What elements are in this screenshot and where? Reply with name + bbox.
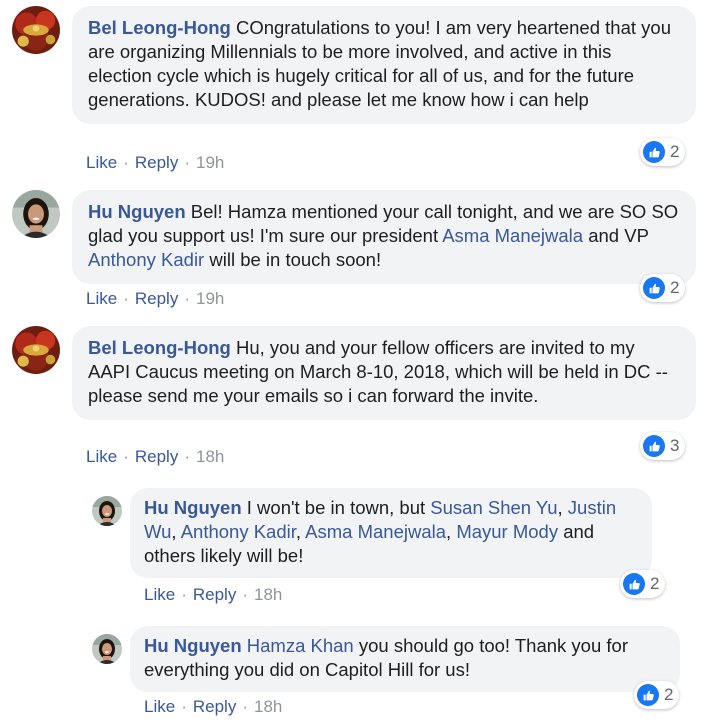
separator-dot: ·	[123, 289, 129, 308]
comment-author-link[interactable]: Bel Leong-Hong	[88, 17, 231, 38]
avatar[interactable]	[12, 6, 60, 54]
reaction-count: 2	[664, 685, 674, 704]
like-link[interactable]: Like	[144, 585, 175, 604]
reaction-count-badge[interactable]: 2	[634, 681, 680, 709]
comment-actions: Like · Reply · 18h	[144, 585, 282, 605]
comment-bubble: Bel Leong-Hong Hu, you and your fellow o…	[72, 326, 696, 420]
comment-actions: Like · Reply · 19h	[86, 153, 224, 173]
avatar-image	[12, 326, 60, 374]
reaction-count-badge[interactable]: 3	[640, 432, 686, 460]
comment-text: I won't be in town, but	[241, 497, 431, 518]
reaction-count: 3	[670, 436, 680, 455]
separator-dot: ·	[184, 447, 190, 466]
avatar-image	[12, 190, 60, 238]
avatar[interactable]	[92, 496, 122, 526]
tagged-name-link[interactable]: Anthony Kadir	[181, 521, 296, 542]
comment-text: will be in touch soon!	[204, 249, 382, 270]
timestamp-link[interactable]: 18h	[254, 697, 282, 716]
tagged-name-link[interactable]: Anthony Kadir	[88, 249, 204, 270]
timestamp-link[interactable]: 19h	[196, 153, 224, 172]
comment-author-link[interactable]: Hu Nguyen	[88, 201, 186, 222]
avatar[interactable]	[92, 634, 122, 664]
separator-dot: ·	[184, 153, 190, 172]
avatar-image	[92, 634, 122, 664]
timestamp-link[interactable]: 18h	[254, 585, 282, 604]
separator-dot: ·	[123, 447, 129, 466]
comment-author-link[interactable]: Hu Nguyen	[144, 635, 242, 656]
avatar[interactable]	[12, 326, 60, 374]
avatar[interactable]	[12, 190, 60, 238]
reply-bubble: Hu Nguyen I won't be in town, but Susan …	[130, 488, 652, 578]
like-link[interactable]: Like	[86, 153, 117, 172]
comment-text: and VP	[583, 225, 649, 246]
tagged-name-link[interactable]: Asma Manejwala	[442, 225, 583, 246]
comment-author-link[interactable]: Hu Nguyen	[144, 497, 242, 518]
comment-actions: Like · Reply · 19h	[86, 289, 224, 309]
avatar-image	[92, 496, 122, 526]
separator-dot: ·	[242, 585, 248, 604]
tagged-name-link[interactable]: Susan Shen Yu	[430, 497, 557, 518]
tagged-name-link[interactable]: Asma Manejwala	[305, 521, 446, 542]
separator-dot: ·	[123, 153, 129, 172]
reaction-count: 2	[670, 142, 680, 161]
reaction-count-badge[interactable]: 2	[640, 138, 686, 166]
avatar-image	[12, 6, 60, 54]
thumbs-up-icon	[643, 435, 665, 457]
thumbs-up-icon	[623, 573, 645, 595]
comment-bubble: Hu Nguyen Bel! Hamza mentioned your call…	[72, 190, 696, 284]
reply-link[interactable]: Reply	[135, 289, 178, 308]
comment-bubble: Bel Leong-Hong COngratulations to you! I…	[72, 6, 696, 124]
thumbs-up-icon	[637, 684, 659, 706]
comment-text: ,	[295, 521, 306, 542]
comment-author-link[interactable]: Bel Leong-Hong	[88, 337, 231, 358]
reply-link[interactable]: Reply	[135, 153, 178, 172]
like-link[interactable]: Like	[144, 697, 175, 716]
separator-dot: ·	[184, 289, 190, 308]
comment-actions: Like · Reply · 18h	[86, 447, 224, 467]
reply-link[interactable]: Reply	[135, 447, 178, 466]
tagged-name-link[interactable]: Mayur Mody	[456, 521, 558, 542]
comment-text: ,	[557, 497, 568, 518]
comment-text: ,	[171, 521, 181, 542]
thumbs-up-icon	[643, 277, 665, 299]
timestamp-link[interactable]: 18h	[196, 447, 224, 466]
tagged-name-link[interactable]: Hamza Khan	[247, 635, 354, 656]
like-link[interactable]: Like	[86, 289, 117, 308]
reaction-count-badge[interactable]: 2	[640, 274, 686, 302]
reply-link[interactable]: Reply	[193, 697, 236, 716]
reaction-count: 2	[670, 278, 680, 297]
reaction-count-badge[interactable]: 2	[620, 570, 666, 598]
separator-dot: ·	[181, 697, 187, 716]
comment-text: ,	[446, 521, 457, 542]
like-link[interactable]: Like	[86, 447, 117, 466]
timestamp-link[interactable]: 19h	[196, 289, 224, 308]
reaction-count: 2	[650, 574, 660, 593]
separator-dot: ·	[181, 585, 187, 604]
reply-bubble: Hu Nguyen Hamza Khan you should go too! …	[130, 626, 680, 692]
thumbs-up-icon	[643, 141, 665, 163]
reply-link[interactable]: Reply	[193, 585, 236, 604]
comment-actions: Like · Reply · 18h	[144, 697, 282, 717]
separator-dot: ·	[242, 697, 248, 716]
